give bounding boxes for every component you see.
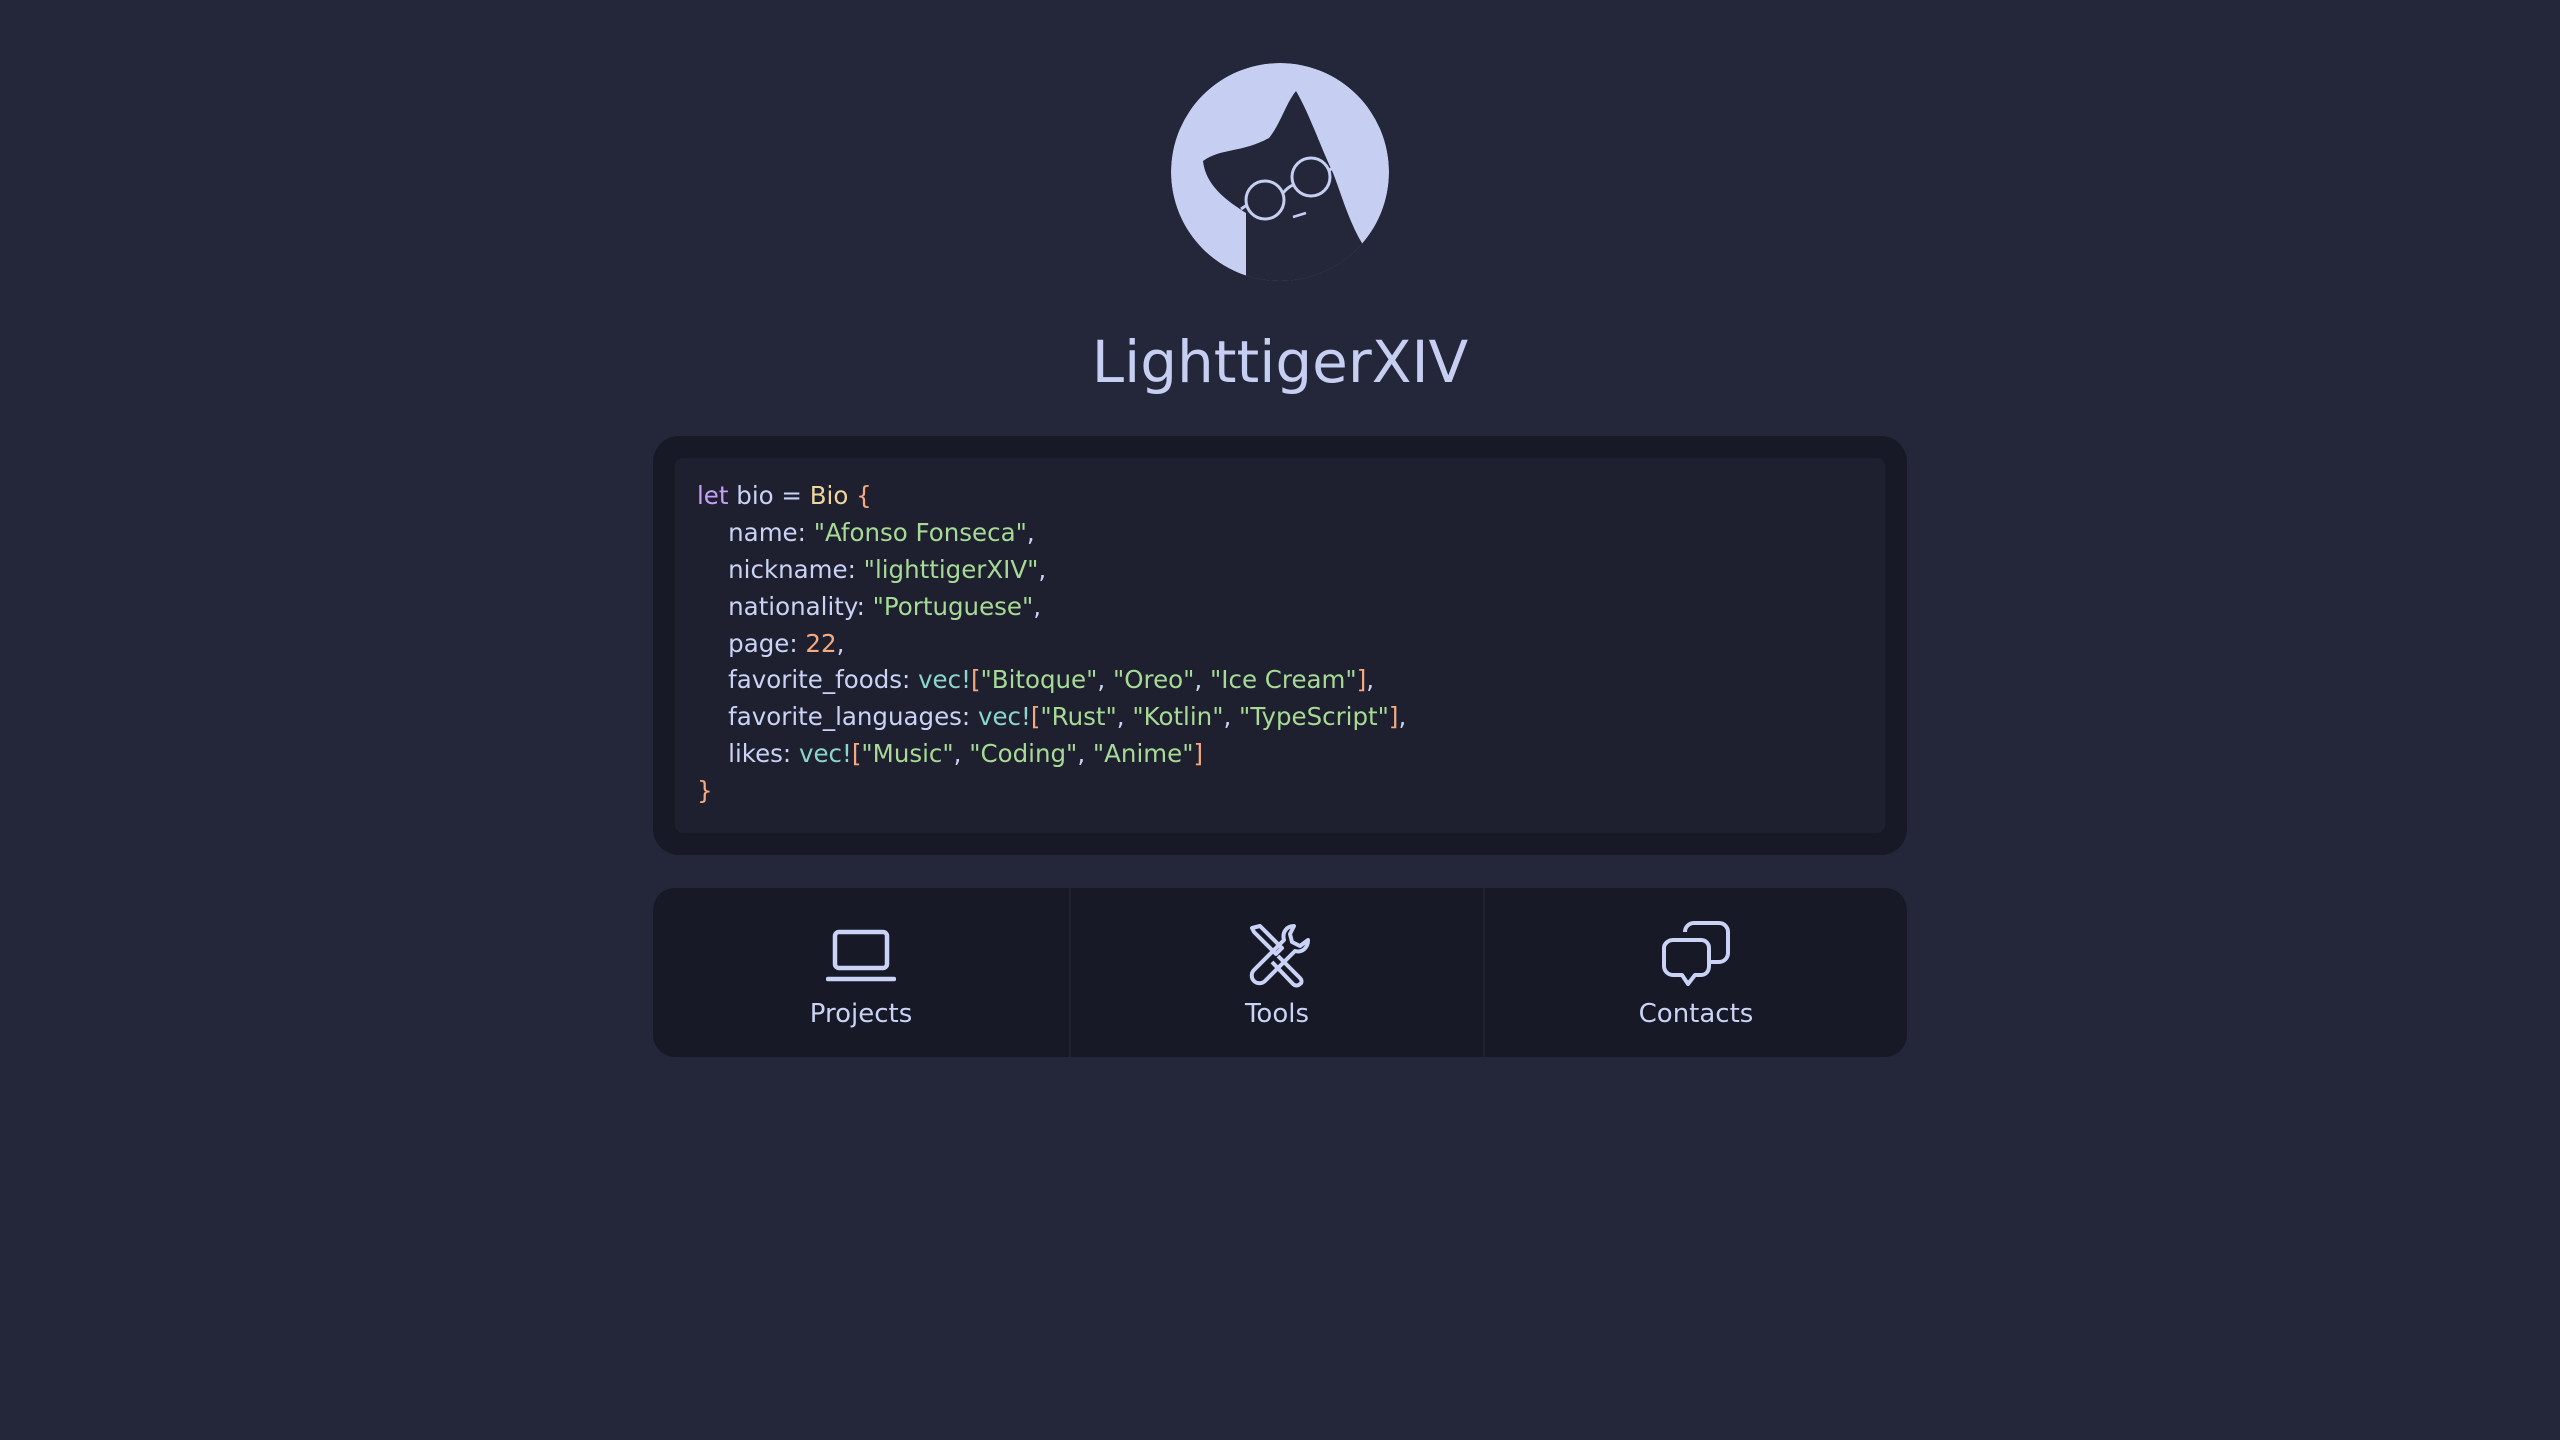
- nav-label-tools: Tools: [1244, 999, 1310, 1029]
- code-token: bio =: [728, 481, 810, 510]
- nav-item-contacts[interactable]: Contacts: [1485, 888, 1907, 1057]
- code-token: ,: [1366, 665, 1375, 695]
- code-token: "Anime": [1092, 739, 1194, 769]
- code-token: ]: [1193, 739, 1204, 769]
- code-token: name:: [697, 517, 814, 547]
- bio-card: let bio = Bio { name: "Afonso Fonseca", …: [653, 436, 1907, 855]
- code-token: ,: [1038, 554, 1047, 584]
- code-line: nationality: "Portuguese",: [697, 589, 1406, 626]
- code-token: Bio: [809, 481, 849, 510]
- bio-code: let bio = Bio { name: "Afonso Fonseca", …: [697, 478, 1406, 810]
- code-line: page: 22,: [697, 626, 1406, 663]
- code-token: ]: [1356, 665, 1367, 695]
- laptop-icon: [826, 929, 896, 982]
- code-token: "Music": [861, 739, 954, 769]
- code-token: ,: [836, 628, 845, 658]
- bio-code-block: let bio = Bio { name: "Afonso Fonseca", …: [675, 458, 1885, 833]
- code-token: ,: [1194, 665, 1210, 695]
- code-token: "Ice Cream": [1209, 665, 1357, 695]
- code-token: "lighttigerXIV": [863, 554, 1039, 584]
- code-token: likes:: [697, 739, 799, 769]
- code-token: page:: [697, 628, 806, 658]
- code-token: [: [970, 665, 981, 695]
- code-token: nickname:: [697, 554, 864, 584]
- code-token: ,: [1398, 702, 1407, 732]
- chat-bubbles-icon: [1662, 921, 1730, 986]
- code-line: nickname: "lighttigerXIV",: [697, 552, 1406, 589]
- code-line: likes: vec!["Music", "Coding", "Anime"]: [697, 736, 1406, 773]
- code-token: "Afonso Fonseca": [813, 517, 1027, 547]
- nav-item-projects[interactable]: Projects: [653, 888, 1071, 1057]
- username-title: LighttigerXIV: [1091, 328, 1469, 396]
- code-token: ,: [1223, 702, 1240, 732]
- code-token: "Portuguese": [872, 591, 1034, 621]
- code-token: let: [697, 481, 729, 510]
- code-token: "Coding": [969, 739, 1078, 769]
- cat-avatar-icon: [1171, 63, 1389, 281]
- code-token: ,: [1033, 591, 1042, 621]
- code-token: "Rust": [1040, 702, 1117, 732]
- code-line: name: "Afonso Fonseca",: [697, 515, 1406, 552]
- nav-item-tools[interactable]: Tools: [1071, 888, 1485, 1057]
- code-token: "Oreo": [1112, 665, 1195, 695]
- code-token: favorite_foods:: [697, 665, 919, 695]
- code-token: "TypeScript": [1239, 702, 1389, 732]
- nav-bar: Projects Tools Contacts: [653, 888, 1907, 1057]
- code-token: }: [697, 776, 713, 806]
- code-token: "Bitoque": [980, 665, 1098, 695]
- profile-page: LighttigerXIV let bio = Bio { name: "Afo…: [0, 0, 2560, 1440]
- code-line: favorite_foods: vec!["Bitoque", "Oreo", …: [697, 662, 1406, 699]
- code-token: ,: [1026, 517, 1035, 547]
- code-token: "Kotlin": [1132, 702, 1224, 732]
- code-token: vec!: [918, 665, 971, 695]
- code-token: ,: [1097, 665, 1113, 695]
- code-token: {: [848, 481, 872, 510]
- code-line: favorite_languages: vec!["Rust", "Kotlin…: [697, 699, 1406, 736]
- code-line: let bio = Bio {: [697, 478, 1406, 515]
- code-token: favorite_languages:: [697, 702, 978, 732]
- code-token: [: [851, 739, 862, 769]
- code-token: ,: [1116, 702, 1133, 732]
- code-token: nationality:: [697, 591, 873, 621]
- code-token: ,: [953, 739, 970, 769]
- tools-icon: [1249, 924, 1310, 988]
- code-token: [: [1030, 702, 1041, 732]
- code-token: ,: [1077, 739, 1093, 769]
- nav-label-contacts: Contacts: [1638, 999, 1754, 1029]
- code-token: 22: [805, 628, 837, 658]
- code-token: vec!: [798, 739, 852, 769]
- nav-label-projects: Projects: [809, 999, 913, 1029]
- code-line: }: [697, 773, 1406, 810]
- code-token: vec!: [977, 702, 1031, 732]
